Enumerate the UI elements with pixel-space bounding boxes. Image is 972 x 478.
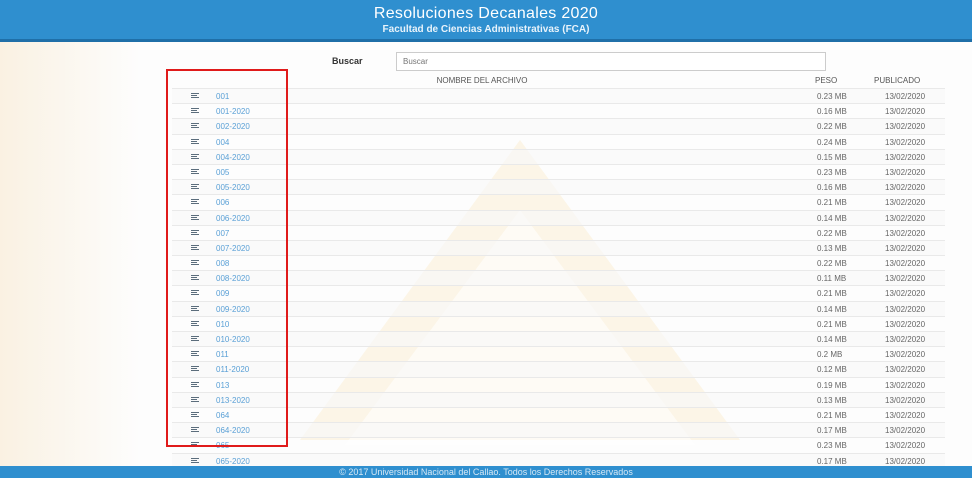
file-size: 0.22 MB bbox=[817, 228, 847, 238]
page-footer: © 2017 Universidad Nacional del Callao. … bbox=[0, 466, 972, 478]
column-header-date[interactable]: PUBLICADO bbox=[874, 76, 920, 85]
page-title: Resoluciones Decanales 2020 bbox=[373, 5, 599, 22]
file-size: 0.13 MB bbox=[817, 243, 847, 253]
file-date: 13/02/2020 bbox=[885, 152, 926, 162]
file-size: 0.21 MB bbox=[817, 319, 847, 329]
file-size: 0.14 MB bbox=[817, 335, 847, 344]
file-size: 0.22 MB bbox=[817, 259, 847, 269]
page-header: Resoluciones Decanales 2020 Facultad de … bbox=[0, 0, 972, 42]
file-size: 0.24 MB bbox=[817, 137, 847, 147]
file-size: 0.2 MB bbox=[817, 350, 843, 360]
file-size: 0.21 MB bbox=[817, 289, 847, 299]
file-date: 13/02/2020 bbox=[885, 335, 926, 344]
file-date: 13/02/2020 bbox=[885, 167, 926, 177]
file-date: 13/02/2020 bbox=[885, 92, 926, 101]
footer-copyright: © 2017 Universidad Nacional del Callao. … bbox=[339, 467, 633, 477]
file-date: 13/02/2020 bbox=[885, 243, 926, 253]
file-size: 0.13 MB bbox=[817, 395, 847, 405]
file-size: 0.16 MB bbox=[817, 183, 847, 193]
file-size: 0.23 MB bbox=[817, 441, 847, 451]
file-size: 0.17 MB bbox=[817, 456, 847, 466]
file-size: 0.14 MB bbox=[817, 304, 847, 314]
file-date: 13/02/2020 bbox=[885, 122, 926, 132]
highlight-annotation-box bbox=[166, 69, 288, 447]
file-size: 0.23 MB bbox=[817, 92, 847, 101]
column-header-size[interactable]: PESO bbox=[815, 76, 837, 85]
page-subtitle: Facultad de Ciencias Administrativas (FC… bbox=[382, 24, 590, 35]
file-date: 13/02/2020 bbox=[885, 289, 926, 299]
file-date: 13/02/2020 bbox=[885, 426, 926, 436]
page: Resoluciones Decanales 2020 Facultad de … bbox=[0, 0, 972, 478]
file-date: 13/02/2020 bbox=[885, 319, 926, 329]
file-date: 13/02/2020 bbox=[885, 183, 926, 193]
file-size: 0.16 MB bbox=[817, 107, 847, 117]
file-size: 0.15 MB bbox=[817, 152, 847, 162]
file-size: 0.21 MB bbox=[817, 410, 847, 420]
file-date: 13/02/2020 bbox=[885, 259, 926, 269]
file-date: 13/02/2020 bbox=[885, 198, 926, 208]
file-link[interactable]: 065-2020 bbox=[216, 457, 250, 466]
file-size: 0.12 MB bbox=[817, 365, 847, 375]
file-date: 13/02/2020 bbox=[885, 410, 926, 420]
file-date: 13/02/2020 bbox=[885, 395, 926, 405]
file-size: 0.22 MB bbox=[817, 122, 847, 132]
file-date: 13/02/2020 bbox=[885, 274, 926, 284]
search-label: Buscar bbox=[332, 56, 363, 66]
watermark-left bbox=[0, 40, 140, 478]
file-size: 0.19 MB bbox=[817, 380, 847, 390]
file-date: 13/02/2020 bbox=[885, 456, 926, 466]
file-date: 13/02/2020 bbox=[885, 441, 926, 451]
file-date: 13/02/2020 bbox=[885, 228, 926, 238]
document-lines-icon bbox=[191, 457, 199, 465]
file-date: 13/02/2020 bbox=[885, 350, 926, 360]
file-date: 13/02/2020 bbox=[885, 304, 926, 314]
file-size: 0.21 MB bbox=[817, 198, 847, 208]
file-date: 13/02/2020 bbox=[885, 365, 926, 375]
file-date: 13/02/2020 bbox=[885, 380, 926, 390]
file-size: 0.23 MB bbox=[817, 167, 847, 177]
file-date: 13/02/2020 bbox=[885, 107, 926, 117]
file-date: 13/02/2020 bbox=[885, 137, 926, 147]
file-size: 0.17 MB bbox=[817, 426, 847, 436]
search-input[interactable] bbox=[396, 52, 826, 71]
file-size: 0.14 MB bbox=[817, 213, 847, 223]
file-date: 13/02/2020 bbox=[885, 213, 926, 223]
file-size: 0.11 MB bbox=[817, 274, 847, 284]
